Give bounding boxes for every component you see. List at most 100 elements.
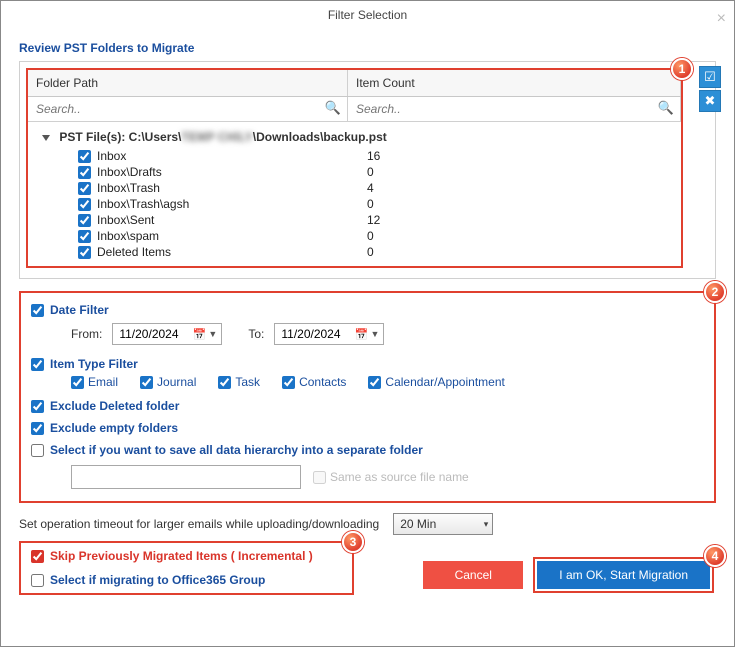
folder-count: 0 xyxy=(357,197,677,211)
cancel-button[interactable]: Cancel xyxy=(423,561,523,589)
from-label: From: xyxy=(71,327,102,341)
folder-panel: ☑ ✖ 1 Folder Path Item Count 🔍 🔍 xyxy=(19,61,716,279)
date-filter-label: Date Filter xyxy=(50,303,109,317)
folder-checkbox[interactable] xyxy=(78,230,91,243)
incremental-box: 3 Skip Previously Migrated Items ( Incre… xyxy=(19,541,354,595)
pst-root-suffix: \Downloads\backup.pst xyxy=(253,130,387,144)
header-folder-path[interactable]: Folder Path xyxy=(28,70,348,96)
folder-checkbox[interactable] xyxy=(78,166,91,179)
item-type-filter-row: Item Type Filter xyxy=(31,357,704,371)
timeout-label: Set operation timeout for larger emails … xyxy=(19,517,379,531)
save-separate-checkbox[interactable] xyxy=(31,444,44,457)
journal-checkbox[interactable] xyxy=(140,376,153,389)
item-type-filter-checkbox[interactable] xyxy=(31,358,44,371)
content-area: Review PST Folders to Migrate ☑ ✖ 1 Fold… xyxy=(1,29,734,607)
folder-label: Inbox\spam xyxy=(97,229,357,243)
expand-icon[interactable] xyxy=(42,135,50,141)
email-label: Email xyxy=(88,375,118,389)
search-item-count-input[interactable] xyxy=(348,97,680,121)
exclude-empty-label: Exclude empty folders xyxy=(50,421,178,435)
email-option[interactable]: Email xyxy=(71,375,118,389)
callout-4: 4 xyxy=(704,545,726,567)
task-checkbox[interactable] xyxy=(218,376,231,389)
folder-row[interactable]: Deleted Items 0 xyxy=(38,244,677,260)
calendar-icon[interactable]: 📅 xyxy=(355,328,369,341)
separate-folder-input[interactable] xyxy=(71,465,301,489)
task-label: Task xyxy=(235,375,260,389)
folder-row[interactable]: Inbox\spam 0 xyxy=(38,228,677,244)
from-date-field[interactable]: 📅 ▼ xyxy=(112,323,222,345)
folder-checkbox[interactable] xyxy=(78,214,91,227)
titlebar: Filter Selection × xyxy=(1,1,734,29)
search-icon[interactable]: 🔍 xyxy=(658,100,674,116)
folder-count: 0 xyxy=(357,165,677,179)
folder-label: Inbox\Drafts xyxy=(97,165,357,179)
same-as-source-label: Same as source file name xyxy=(330,470,469,484)
journal-option[interactable]: Journal xyxy=(140,375,196,389)
folder-label: Inbox\Sent xyxy=(97,213,357,227)
folder-count: 0 xyxy=(357,229,677,243)
skip-migrated-row: Skip Previously Migrated Items ( Increme… xyxy=(31,549,342,563)
deselect-all-button[interactable]: ✖ xyxy=(699,90,721,112)
folder-checkbox[interactable] xyxy=(78,150,91,163)
folder-tree: PST File(s): C:\Users\TEMP CHILY\Downloa… xyxy=(28,122,681,266)
date-range-row: From: 📅 ▼ To: 📅 ▼ xyxy=(71,323,704,345)
folder-checkbox[interactable] xyxy=(78,246,91,259)
pst-root-prefix: PST File(s): C:\Users\ xyxy=(59,130,181,144)
folder-checkbox[interactable] xyxy=(78,198,91,211)
exclude-empty-row: Exclude empty folders xyxy=(31,421,704,435)
calendar-icon[interactable]: 📅 xyxy=(193,328,207,341)
contacts-label: Contacts xyxy=(299,375,346,389)
o365-group-row: Select if migrating to Office365 Group xyxy=(31,573,342,587)
search-icon[interactable]: 🔍 xyxy=(325,100,341,116)
calendar-option[interactable]: Calendar/Appointment xyxy=(368,375,504,389)
email-checkbox[interactable] xyxy=(71,376,84,389)
exclude-deleted-label: Exclude Deleted folder xyxy=(50,399,179,413)
exclude-empty-checkbox[interactable] xyxy=(31,422,44,435)
contacts-checkbox[interactable] xyxy=(282,376,295,389)
window-title: Filter Selection xyxy=(328,8,407,22)
folder-row[interactable]: Inbox\Trash 4 xyxy=(38,180,677,196)
folder-row[interactable]: Inbox\Sent 12 xyxy=(38,212,677,228)
side-tools: ☑ ✖ xyxy=(699,66,721,112)
skip-migrated-checkbox[interactable] xyxy=(31,550,44,563)
select-all-button[interactable]: ☑ xyxy=(699,66,721,88)
start-migration-button[interactable]: I am OK, Start Migration xyxy=(537,561,710,589)
search-folder-path-input[interactable] xyxy=(28,97,347,121)
folder-count: 4 xyxy=(357,181,677,195)
date-filter-checkbox[interactable] xyxy=(31,304,44,317)
skip-migrated-label: Skip Previously Migrated Items ( Increme… xyxy=(50,549,313,563)
exclude-deleted-checkbox[interactable] xyxy=(31,400,44,413)
start-button-highlight: 4 I am OK, Start Migration xyxy=(533,557,714,593)
chevron-down-icon[interactable]: ▼ xyxy=(370,329,379,339)
search-row: 🔍 🔍 xyxy=(28,97,681,122)
search-item-count-cell: 🔍 xyxy=(348,97,681,121)
pst-root-node[interactable]: PST File(s): C:\Users\TEMP CHILY\Downloa… xyxy=(38,128,677,148)
button-row: Cancel 4 I am OK, Start Migration xyxy=(423,557,714,593)
folder-row[interactable]: Inbox 16 xyxy=(38,148,677,164)
folder-row[interactable]: Inbox\Drafts 0 xyxy=(38,164,677,180)
header-item-count[interactable]: Item Count xyxy=(348,70,681,96)
task-option[interactable]: Task xyxy=(218,375,260,389)
folder-checkbox[interactable] xyxy=(78,182,91,195)
folder-count: 12 xyxy=(357,213,677,227)
o365-group-checkbox[interactable] xyxy=(31,574,44,587)
to-date-input[interactable] xyxy=(279,326,351,342)
pst-root-user: TEMP CHILY xyxy=(181,130,252,144)
folder-row[interactable]: Inbox\Trash\agsh 0 xyxy=(38,196,677,212)
exclude-deleted-row: Exclude Deleted folder xyxy=(31,399,704,413)
separate-folder-input-row: Same as source file name xyxy=(71,465,704,489)
column-headers: Folder Path Item Count xyxy=(28,70,681,97)
chevron-down-icon[interactable]: ▾ xyxy=(484,519,489,530)
contacts-option[interactable]: Contacts xyxy=(282,375,346,389)
from-date-input[interactable] xyxy=(117,326,189,342)
timeout-value: 20 Min xyxy=(400,517,436,531)
timeout-combo[interactable]: 20 Min ▾ xyxy=(393,513,493,535)
date-filter-row: Date Filter xyxy=(31,303,704,317)
item-type-options: Email Journal Task Contacts Calendar/App… xyxy=(71,375,704,389)
review-heading: Review PST Folders to Migrate xyxy=(19,41,716,55)
chevron-down-icon[interactable]: ▼ xyxy=(208,329,217,339)
calendar-checkbox[interactable] xyxy=(368,376,381,389)
to-date-field[interactable]: 📅 ▼ xyxy=(274,323,384,345)
callout-3: 3 xyxy=(342,531,364,553)
